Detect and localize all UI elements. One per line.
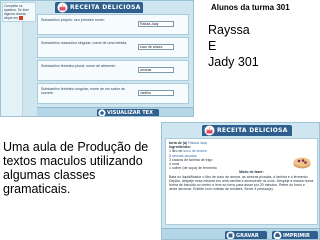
form-toolbar: VISUALIZAR TEX	[37, 107, 193, 116]
instructions-text: Complete os quadros. Se tiver alguma dúv…	[4, 4, 29, 20]
recipe-banner: RECEITA DELICIOSA	[202, 125, 292, 136]
field-row-proper-noun: Substantivo próprio: seu primeiro nome: …	[37, 14, 189, 35]
print-icon	[273, 231, 282, 239]
print-button-label: IMPRIMIR	[283, 232, 310, 239]
output-toolbar: GRAVAR IMPRIMIR	[162, 228, 319, 239]
print-button[interactable]: IMPRIMIR	[272, 231, 318, 239]
field-input[interactable]: Raissa Jady	[138, 21, 174, 27]
field-input[interactable]: amoras	[138, 67, 174, 73]
save-button[interactable]: GRAVAR	[225, 231, 267, 239]
recipe-heading-prefix: torta de (a)	[169, 141, 188, 145]
pie-illustration-icon	[293, 157, 311, 169]
recipe-output-window: RECEITA DELICIOSA torta de (a) Raissa Ja…	[161, 122, 320, 240]
slide: Complete os quadros. Se tiver alguma dúv…	[0, 0, 320, 240]
field-label: Substantivo feminino singular; nome de u…	[41, 87, 125, 96]
field-input[interactable]: vanilha	[138, 90, 174, 96]
banner-title: RECEITA DELICIOSA	[217, 127, 288, 134]
slide-caption: Uma aula de Produção de textos maculos u…	[3, 140, 149, 196]
save-button-label: GRAVAR	[236, 232, 259, 239]
preview-text-button[interactable]: VISUALIZAR TEX	[97, 109, 159, 116]
student-name: E	[208, 39, 217, 53]
save-icon	[226, 231, 235, 239]
field-label: Substantivo próprio: seu primeiro nome:	[41, 18, 105, 22]
field-row-food: Substantivo feminino plural; nome de ali…	[37, 60, 189, 81]
instructions-box: Complete os quadros. Se tiver alguma dúv…	[2, 2, 36, 23]
cake-icon	[204, 125, 215, 136]
recipe-text: torta de (a) Raissa Jady Ingredientes: 1…	[165, 138, 318, 225]
recipe-banner: RECEITA DELICIOSA	[55, 2, 143, 13]
banner-title: RECEITA DELICIOSA	[70, 4, 141, 11]
field-row-drink: Substantivo masculino singular; nome de …	[37, 37, 189, 58]
preview-button-label: VISUALIZAR TEX	[107, 110, 153, 116]
help-icon[interactable]	[19, 16, 24, 21]
field-label: Substantivo masculino singular; nome de …	[41, 41, 128, 45]
recipe-heading: torta de (a) Raissa Jady	[169, 141, 314, 145]
student-name: Jady 301	[208, 55, 259, 69]
team-title: Alunos da turma 301	[211, 3, 290, 12]
cake-icon	[57, 2, 68, 13]
field-input[interactable]: suco de amora	[138, 44, 174, 50]
field-row-flavor: Substantivo feminino singular; nome de u…	[37, 83, 189, 104]
student-name: Rayssa	[208, 23, 250, 37]
method-text: Bata no liquidificador o litro de suco d…	[169, 174, 314, 192]
recipe-form-window: Complete os quadros. Se tiver alguma dúv…	[0, 0, 194, 117]
preview-icon	[98, 109, 106, 116]
recipe-heading-name: Raissa Jady	[188, 141, 208, 145]
field-label: Substantivo feminino plural; nome de ali…	[41, 64, 116, 68]
